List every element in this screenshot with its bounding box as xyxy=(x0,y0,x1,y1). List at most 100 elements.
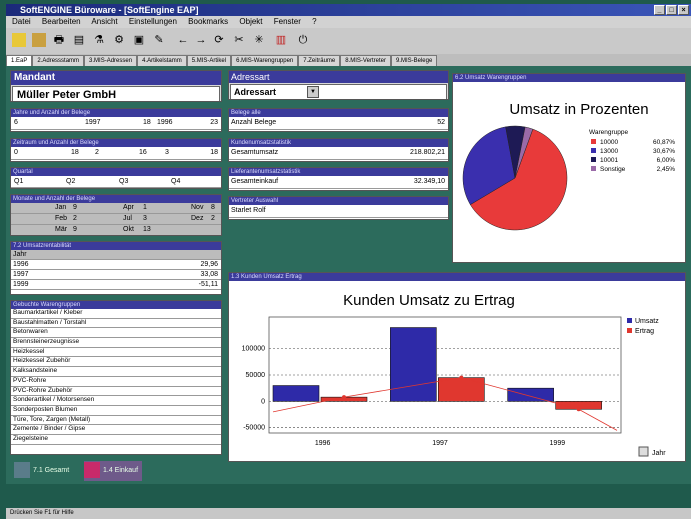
menu-bearbeiten[interactable]: Bearbeiten xyxy=(42,17,81,26)
list-item[interactable]: Türe, Tore, Zargen (Metall) xyxy=(11,416,221,426)
wizard-icon[interactable]: ✳ xyxy=(252,33,266,47)
minimize-button[interactable]: _ xyxy=(654,5,665,15)
quartal-q1[interactable]: Q1 xyxy=(14,176,23,187)
pie-chart-title: Umsatz in Prozenten xyxy=(509,101,648,118)
task-einkauf[interactable]: 1.4 Einkauf xyxy=(84,461,143,481)
menu-objekt[interactable]: Objekt xyxy=(239,17,262,26)
legend-value: 60,87% xyxy=(653,139,675,146)
table-row[interactable]: 1999 -51,11 xyxy=(11,280,221,290)
cell: 1997 xyxy=(85,119,101,126)
menu-einstellungen[interactable]: Einstellungen xyxy=(129,17,177,26)
chart-icon xyxy=(84,462,100,479)
umsatzrent-title: 7.2 Umsatzrentabilität xyxy=(11,242,221,250)
month: Dez xyxy=(191,215,204,222)
menu-fenster[interactable]: Fenster xyxy=(274,17,301,26)
cell: 16 xyxy=(139,149,147,156)
month: Okt xyxy=(123,226,134,233)
warengruppen-title: Gebuchte Warengruppen xyxy=(11,301,221,309)
list-item[interactable]: PVC-Rohre Zubehör xyxy=(11,387,221,397)
axis-toggle-icon[interactable] xyxy=(638,446,649,457)
cell: 1996 xyxy=(157,119,173,126)
quartal-q2[interactable]: Q2 xyxy=(66,176,75,187)
list-item[interactable]: Heizkessel xyxy=(11,348,221,358)
pie-panel-title: 6.2 Umsatz Warengruppen xyxy=(453,74,685,82)
list-item[interactable]: Sonderposten Blumen xyxy=(11,406,221,416)
tab-strip: 1.EaP 2.Adressstamm 3.MIS-Adressen 4.Artike… xyxy=(6,54,691,66)
x-axis-label: Jahr xyxy=(652,450,666,457)
tab-mis-belege[interactable]: 9.MIS-Belege xyxy=(390,55,438,66)
document-icon[interactable]: ▣ xyxy=(132,33,146,47)
tab-zeitraeume[interactable]: 7.Zeiträume xyxy=(298,55,341,66)
legend-label: 10001 xyxy=(600,157,618,164)
cell: 0 xyxy=(14,149,18,156)
quartal-q4[interactable]: Q4 xyxy=(171,176,180,187)
legend-label: Umsatz xyxy=(635,318,659,325)
count: 8 xyxy=(211,204,215,211)
list-item[interactable]: Kalksandsteine xyxy=(11,367,221,377)
tab-mis-artikel[interactable]: 5.MIS-Artikel xyxy=(186,55,232,66)
tab-adressstamm[interactable]: 2.Adressstamm xyxy=(32,55,85,66)
list-item[interactable]: Heizkessel Zubehör xyxy=(11,357,221,368)
x-tick-label: 1999 xyxy=(550,440,566,447)
count: 3 xyxy=(143,215,147,222)
list-item[interactable]: Sonderartikel / Motorsensen xyxy=(11,396,221,406)
count: 9 xyxy=(73,226,77,233)
legend-label: 13000 xyxy=(600,148,618,155)
legend-swatch xyxy=(591,148,596,153)
menu-bookmarks[interactable]: Bookmarks xyxy=(188,17,228,26)
table-row[interactable]: 1997 33,08 xyxy=(11,270,221,280)
maximize-button[interactable]: □ xyxy=(666,5,677,15)
tools-icon[interactable]: ✂ xyxy=(232,33,246,47)
bar-chart-panel: 1.3 Kunden Umsatz Ertrag Kunden Umsatz z… xyxy=(228,272,686,462)
legend-value: 2,45% xyxy=(657,166,676,173)
vertreter-value[interactable]: Starlet Rolf xyxy=(229,205,448,218)
back-icon[interactable]: ← xyxy=(176,33,190,47)
bar-umsatz-1999 xyxy=(507,387,554,402)
list-item[interactable]: Brennsteinerzeugnisse xyxy=(11,338,221,348)
list-item[interactable]: PVC-Rohre xyxy=(11,377,221,387)
bar-panel-title: 1.3 Kunden Umsatz Ertrag xyxy=(229,273,685,281)
legend-label: Ertrag xyxy=(635,328,654,335)
adressart-select[interactable]: Adressart ▼ xyxy=(230,84,447,99)
gesamteinkauf-value: 32.349,10 xyxy=(413,178,445,185)
x-tick-label: 1996 xyxy=(315,440,331,447)
list-item[interactable]: Baumarktartikel / Kleber xyxy=(11,309,221,319)
umsatzrent-panel: 7.2 Umsatzrentabilität Jahr 1996 29,96 19… xyxy=(10,241,222,295)
task-gesamt[interactable]: 7.1 Gesamt xyxy=(14,461,69,481)
table-row[interactable]: 1996 29,96 xyxy=(11,260,221,270)
menu-datei[interactable]: Datei xyxy=(12,17,31,26)
tab-mis-adressen[interactable]: 3.MIS-Adressen xyxy=(84,55,138,66)
legend-swatch xyxy=(627,318,632,323)
count: 2 xyxy=(73,215,77,222)
refresh-icon[interactable]: ⟳ xyxy=(212,33,226,47)
menu-help[interactable]: ? xyxy=(312,17,316,26)
forward-icon[interactable]: → xyxy=(194,33,208,47)
settings-icon[interactable]: ⚙ xyxy=(112,33,126,47)
print-icon[interactable]: 🖶 xyxy=(52,33,66,47)
tab-mis-warengruppen[interactable]: 6.MIS-Warengruppen xyxy=(231,55,299,66)
filter-icon[interactable]: ⚗ xyxy=(92,33,106,47)
dropdown-arrow-icon[interactable]: ▼ xyxy=(307,86,319,98)
open-folder-icon[interactable] xyxy=(32,33,46,47)
menu-ansicht[interactable]: Ansicht xyxy=(91,17,117,26)
y-tick-label: 50000 xyxy=(246,372,266,379)
preview-icon[interactable]: ▤ xyxy=(72,33,86,47)
close-button[interactable]: × xyxy=(678,5,689,15)
adressart-panel: Adressart Adressart ▼ xyxy=(228,70,449,100)
edit-icon[interactable]: ✎ xyxy=(152,33,166,47)
belege-alle-title: Belege alle xyxy=(229,109,448,117)
list-item[interactable]: Ziegelsteine xyxy=(11,435,221,445)
bar-ertrag-1997 xyxy=(438,377,485,402)
exit-icon[interactable]: ⏻ xyxy=(296,33,310,47)
list-item[interactable]: Baustahlmatten / Torstahl xyxy=(11,319,221,329)
tab-mis-vertreter[interactable]: 8.MIS-Vertreter xyxy=(340,55,391,66)
tab-eap[interactable]: 1.EaP xyxy=(6,55,33,66)
chart-icon[interactable]: ▥ xyxy=(274,33,288,47)
warengruppen-panel: Gebuchte Warengruppen Baumarktartikel / … xyxy=(10,300,222,455)
list-item[interactable]: Zemente / Binder / Gipse xyxy=(11,425,221,435)
quartal-q3[interactable]: Q3 xyxy=(119,176,128,187)
tab-artikelstamm[interactable]: 4.Artikelstamm xyxy=(137,55,187,66)
list-item[interactable]: Betonwaren xyxy=(11,328,221,339)
bar-umsatz-1997 xyxy=(390,327,437,402)
new-icon[interactable] xyxy=(12,33,26,47)
